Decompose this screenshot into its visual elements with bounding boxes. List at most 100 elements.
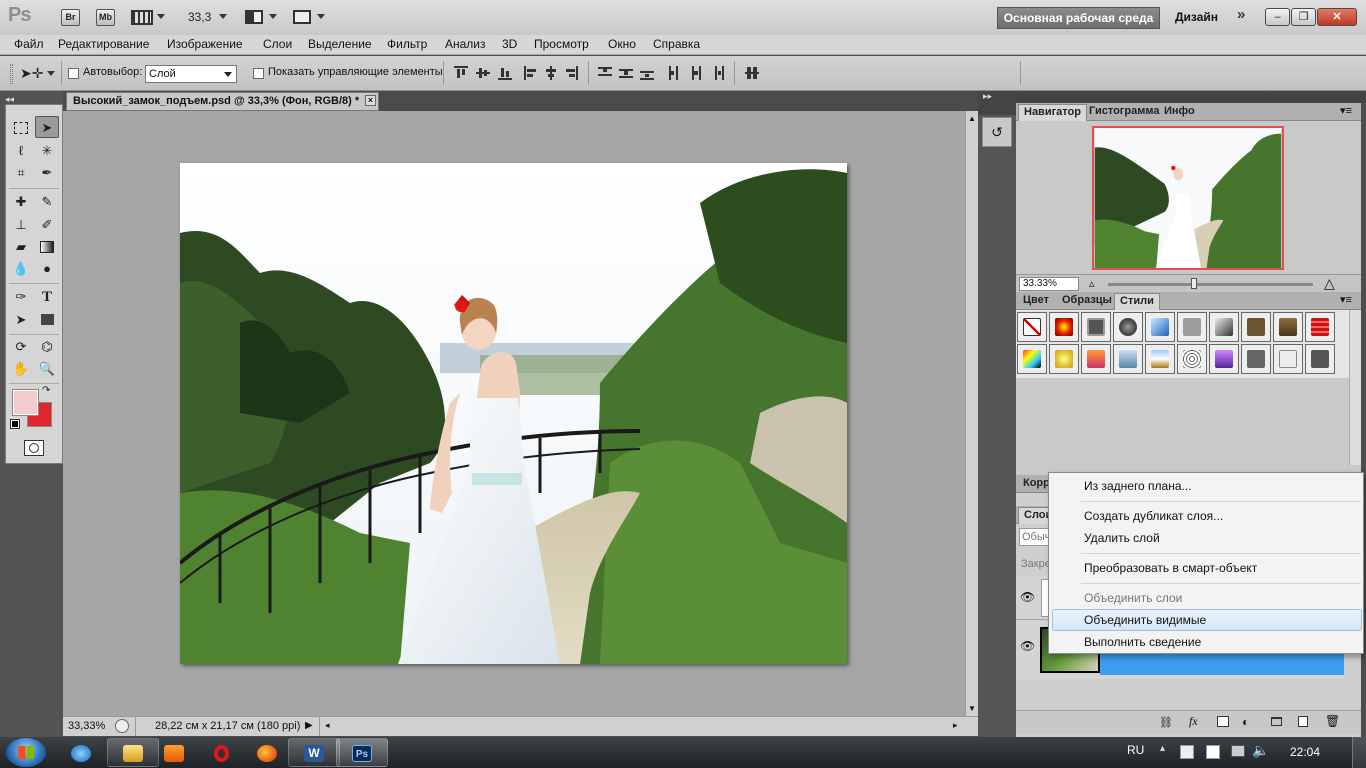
pen-tool[interactable]: ✑: [9, 286, 33, 308]
view-extras-icon[interactable]: [131, 10, 153, 25]
align-top-icon[interactable]: [454, 66, 468, 80]
language-indicator[interactable]: RU: [1127, 743, 1144, 757]
quick-mask-button[interactable]: [24, 440, 44, 456]
visibility-eye-icon[interactable]: 👁: [1020, 590, 1035, 604]
eraser-tool[interactable]: ▰: [9, 236, 33, 258]
menu-layer[interactable]: Слои: [263, 37, 292, 51]
menu-analysis[interactable]: Анализ: [445, 37, 486, 51]
style-swatch[interactable]: [1305, 312, 1335, 342]
dodge-tool[interactable]: ●: [35, 258, 59, 280]
adjustment-layer-icon[interactable]: ◐: [1242, 715, 1249, 729]
panel-menu-icon[interactable]: ▾≡: [1340, 293, 1352, 306]
style-swatch[interactable]: [1049, 344, 1079, 374]
show-transform-controls-checkbox[interactable]: [253, 68, 264, 79]
brush-tool[interactable]: ✎: [35, 191, 59, 213]
menu-item-convert-to-smart-object[interactable]: Преобразовать в смарт-объект: [1084, 561, 1257, 575]
more-workspaces-icon[interactable]: »: [1237, 6, 1245, 23]
menu-item-delete-layer[interactable]: Удалить слой: [1084, 531, 1160, 545]
menu-3d[interactable]: 3D: [502, 37, 517, 51]
document-tab[interactable]: Высокий_замок_подъем.psd @ 33,3% (Фон, R…: [66, 92, 379, 111]
move-tool[interactable]: ➤: [35, 116, 59, 138]
autoselect-target-select[interactable]: Слой: [145, 65, 237, 83]
taskbar-ie[interactable]: [55, 738, 107, 767]
new-layer-icon[interactable]: [1298, 716, 1308, 727]
chevron-down-icon[interactable]: [157, 14, 165, 19]
hand-tool[interactable]: ✋: [9, 358, 33, 380]
restore-button[interactable]: ❐: [1291, 8, 1316, 26]
fx-icon[interactable]: fx: [1189, 714, 1198, 729]
auto-align-layers-icon[interactable]: [745, 66, 759, 80]
tab-info[interactable]: Инфо: [1159, 104, 1200, 121]
style-swatch[interactable]: [1273, 344, 1303, 374]
move-tool-icon[interactable]: ➤✛: [20, 65, 43, 82]
distribute-vcenter-icon[interactable]: [619, 66, 633, 80]
history-brush-tool[interactable]: ✐: [35, 214, 59, 236]
show-hidden-icons[interactable]: ▴: [1160, 743, 1165, 754]
zoom-tool[interactable]: 🔍: [35, 358, 59, 380]
style-swatch[interactable]: [1145, 344, 1175, 374]
style-none-swatch[interactable]: [1017, 312, 1047, 342]
taskbar-opera[interactable]: [195, 738, 247, 767]
scroll-left-icon[interactable]: ◂: [325, 720, 330, 731]
align-vcenter-icon[interactable]: [476, 66, 490, 80]
distribute-hcenter-icon[interactable]: [689, 66, 703, 80]
lasso-tool[interactable]: ℓ: [9, 140, 33, 162]
tab-color[interactable]: Цвет: [1018, 293, 1054, 310]
style-swatch[interactable]: [1209, 344, 1239, 374]
distribute-bottom-icon[interactable]: [640, 66, 654, 80]
style-swatch[interactable]: [1113, 344, 1143, 374]
path-selection-tool[interactable]: ➤: [9, 309, 33, 331]
3d-rotate-tool[interactable]: ⟳: [9, 336, 33, 358]
align-hcenter-icon[interactable]: [544, 66, 558, 80]
eyedropper-tool[interactable]: ✒: [35, 162, 59, 184]
chevron-down-icon[interactable]: [47, 71, 55, 76]
action-center-icon[interactable]: [1180, 745, 1194, 759]
tray-app-icon[interactable]: [1206, 745, 1220, 759]
style-swatch[interactable]: [1209, 312, 1239, 342]
navigator-zoom-slider-thumb[interactable]: [1191, 278, 1197, 289]
style-swatch[interactable]: [1081, 312, 1111, 342]
menu-help[interactable]: Справка: [653, 37, 700, 51]
menu-item-flatten-image[interactable]: Выполнить сведение: [1084, 635, 1201, 649]
show-desktop-button[interactable]: [1352, 737, 1366, 768]
align-left-icon[interactable]: [524, 66, 538, 80]
style-swatch[interactable]: [1081, 344, 1111, 374]
distribute-right-icon[interactable]: [710, 66, 724, 80]
blur-tool[interactable]: 💧: [9, 258, 33, 280]
taskbar-firefox[interactable]: [241, 738, 293, 767]
style-swatch[interactable]: [1241, 312, 1271, 342]
canvas-vertical-scrollbar[interactable]: ▲ ▼: [965, 111, 978, 716]
clone-stamp-tool[interactable]: ⊥: [9, 214, 33, 236]
distribute-left-icon[interactable]: [668, 66, 682, 80]
taskbar-media-player[interactable]: [148, 738, 200, 767]
expand-arrows-icon[interactable]: ▸▸: [983, 91, 992, 102]
tab-histogram[interactable]: Гистограмма: [1084, 104, 1164, 121]
arrange-documents-icon[interactable]: [245, 10, 263, 24]
screen-mode-icon[interactable]: [293, 10, 311, 24]
network-icon[interactable]: [1231, 745, 1245, 757]
style-swatch[interactable]: [1305, 344, 1335, 374]
history-panel-icon[interactable]: ↺: [982, 117, 1012, 147]
document-image[interactable]: [180, 163, 847, 664]
bridge-button[interactable]: Br: [61, 9, 80, 26]
status-info-icon[interactable]: [115, 719, 129, 733]
type-tool[interactable]: T: [35, 286, 59, 308]
styles-scrollbar[interactable]: [1349, 310, 1361, 465]
3d-orbit-tool[interactable]: ⌬: [35, 336, 59, 358]
navigator-thumbnail[interactable]: [1092, 126, 1284, 270]
scroll-right-icon[interactable]: ▸: [953, 720, 958, 731]
style-swatch[interactable]: [1017, 344, 1047, 374]
close-tab-icon[interactable]: ×: [365, 95, 376, 106]
autoselect-checkbox[interactable]: [68, 68, 79, 79]
scroll-down-icon[interactable]: ▼: [968, 704, 976, 713]
style-swatch[interactable]: [1113, 312, 1143, 342]
system-clock[interactable]: 22:04: [1290, 745, 1320, 759]
workspace-essentials-button[interactable]: Основная рабочая среда: [997, 7, 1160, 29]
scroll-up-icon[interactable]: ▲: [968, 114, 976, 123]
menu-edit[interactable]: Редактирование: [58, 37, 149, 51]
menu-select[interactable]: Выделение: [308, 37, 372, 51]
default-colors-icon[interactable]: [10, 419, 20, 429]
mini-bridge-button[interactable]: Mb: [96, 9, 115, 26]
zoom-level-field[interactable]: 33,3: [188, 10, 211, 24]
chevron-down-icon[interactable]: [219, 14, 227, 19]
